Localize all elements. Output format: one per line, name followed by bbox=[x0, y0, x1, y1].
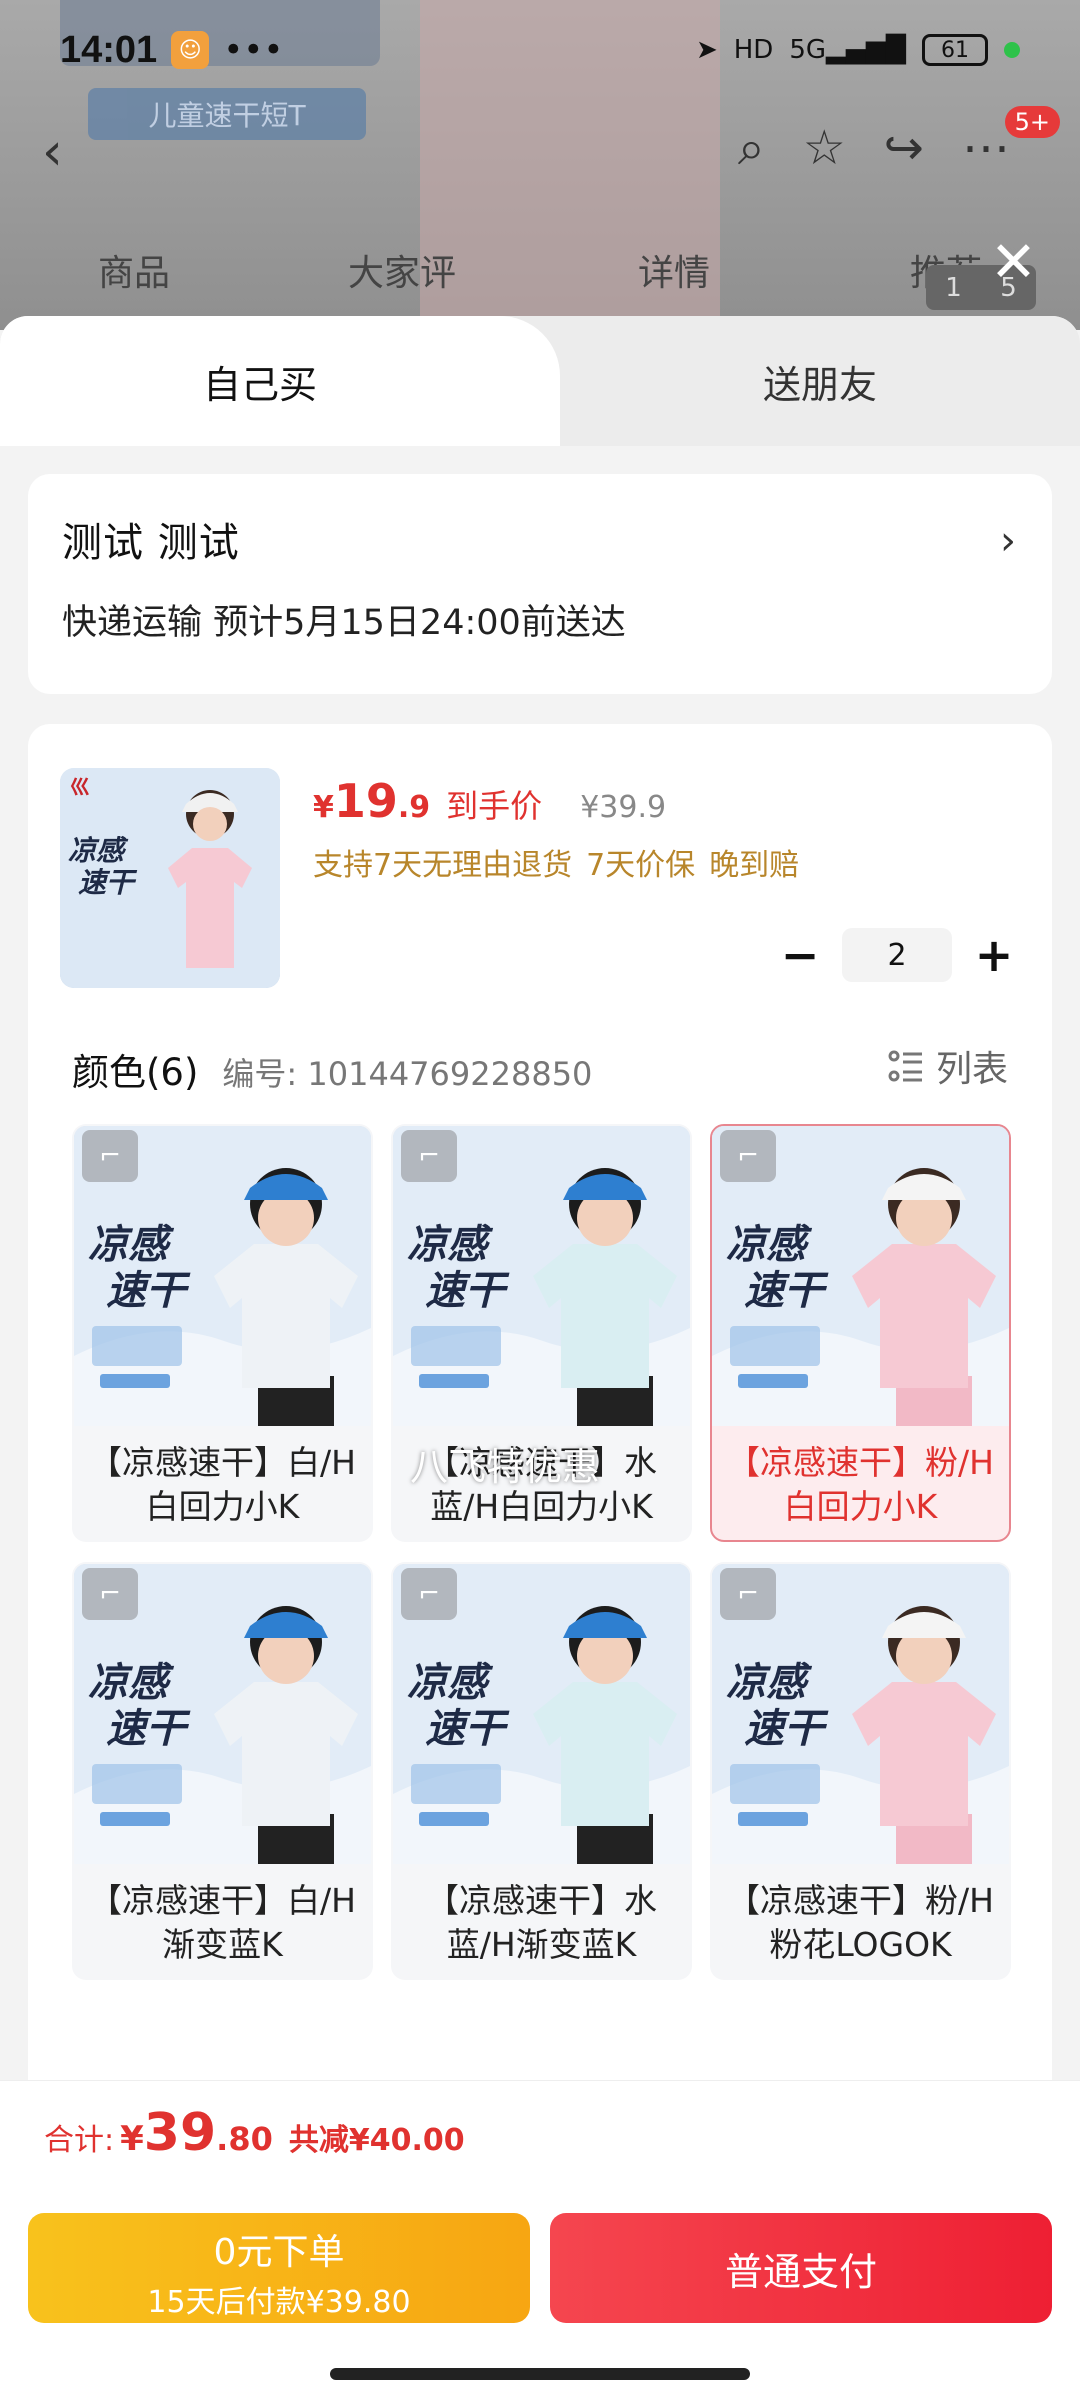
more-notifications-icon: ••• bbox=[223, 30, 284, 70]
overlay-promo-text: 八飞特优惠 bbox=[410, 1445, 601, 1489]
chevron-right-icon: › bbox=[1000, 518, 1016, 564]
increase-button[interactable]: + bbox=[974, 928, 1014, 982]
recipient-name: 测试 测试 bbox=[62, 520, 240, 566]
location-icon: ➤ bbox=[695, 35, 718, 65]
color-option-label: 【凉感速干】水蓝/H渐变蓝K bbox=[426, 1881, 657, 1964]
slogan-text: 凉感 速干 bbox=[88, 1221, 186, 1314]
signal-icon: 5G▂▄▆█ bbox=[789, 35, 906, 65]
girl-model-image: ⌐ 凉感 速干 bbox=[712, 1126, 1009, 1426]
pay-later-button[interactable]: 0元下单 15天后付款¥39.80 bbox=[28, 2213, 530, 2323]
privacy-indicator-icon bbox=[1004, 42, 1020, 58]
svg-text:巛: 巛 bbox=[70, 777, 90, 799]
svg-text:凉感: 凉感 bbox=[68, 834, 129, 867]
girl-tshirt-image: 巛 凉感 速干 bbox=[60, 768, 280, 988]
color-option[interactable]: ⌐ 凉感 速干【凉感速干】粉/H白回力小K bbox=[710, 1124, 1011, 1542]
slogan-text: 凉感 速干 bbox=[88, 1659, 186, 1752]
boy-model-image: ⌐ 凉感 速干 bbox=[393, 1564, 690, 1864]
color-option[interactable]: ⌐ 凉感 速干【凉感速干】白/H白回力小K bbox=[72, 1124, 373, 1542]
tab-reviews[interactable]: 大家评 bbox=[348, 244, 456, 296]
service-perks: 支持7天无理由退货 7天价保 晚到赔 bbox=[313, 848, 800, 883]
status-bar: 14:01 ☺ ••• ➤ HD 5G▂▄▆█ 61 bbox=[0, 0, 1080, 100]
color-options-grid: ⌐ 凉感 速干 【凉感速干】白/H白回力小K ⌐ 凉感 速干 【凉感速干】水蓝/H白回力小K ⌐… bbox=[72, 1124, 1036, 1980]
color-option[interactable]: ⌐ 凉感 速干【凉感速干】白/H渐变蓝K bbox=[72, 1562, 373, 1980]
tab-details[interactable]: 详情 bbox=[638, 244, 710, 296]
boy-model-image: ⌐ 凉感 速干 bbox=[393, 1126, 690, 1426]
color-option-label: 【凉感速干】粉/H粉花LOGOK bbox=[727, 1881, 994, 1964]
boy-model-image: ⌐ 凉感 速干 bbox=[74, 1126, 371, 1426]
brand-logo-icon: ⌐ bbox=[82, 1130, 138, 1182]
checkout-bar: 合计: ¥ 39 .80 共减¥40.00 0元下单 15天后付款¥39.80 … bbox=[0, 2080, 1080, 2400]
slogan-text: 凉感 速干 bbox=[407, 1659, 505, 1752]
background-tabs: 商品 大家评 详情 推荐 bbox=[0, 220, 1080, 320]
color-option[interactable]: ⌐ 凉感 速干【凉感速干】水蓝/H渐变蓝K bbox=[391, 1562, 692, 1980]
color-option[interactable]: ⌐ 凉感 速干【凉感速干】粉/H粉花LOGOK bbox=[710, 1562, 1011, 1980]
close-icon[interactable]: ✕ bbox=[990, 230, 1037, 295]
original-price: ¥39.9 bbox=[580, 790, 667, 825]
tab-gift-friend[interactable]: 送朋友 bbox=[560, 316, 1080, 446]
decrease-button[interactable]: − bbox=[780, 928, 820, 982]
slogan-text: 凉感 速干 bbox=[407, 1221, 505, 1314]
total-saving: 共减¥40.00 bbox=[288, 2123, 465, 2158]
quantity-value[interactable]: 2 bbox=[842, 928, 952, 982]
battery-icon: 61 bbox=[922, 34, 988, 66]
message-count-badge: 5+ bbox=[1004, 106, 1060, 138]
address-card[interactable]: 测试 测试 快递运输 预计5月15日24:00前送达 › bbox=[28, 474, 1052, 694]
tab-goods[interactable]: 商品 bbox=[98, 244, 170, 296]
list-icon bbox=[888, 1050, 922, 1082]
hd-icon: HD bbox=[733, 35, 774, 65]
shipping-estimate: 快递运输 预计5月15日24:00前送达 bbox=[62, 603, 626, 643]
order-total: 合计: ¥ 39 .80 共减¥40.00 bbox=[44, 2103, 465, 2163]
boy-model-image: ⌐ 凉感 速干 bbox=[74, 1564, 371, 1864]
color-option-label: 【凉感速干】白/H白回力小K bbox=[89, 1443, 356, 1526]
share-icon[interactable]: ↪ bbox=[884, 120, 924, 177]
tab-buy-self[interactable]: 自己买 bbox=[0, 316, 560, 446]
back-icon[interactable]: ‹ bbox=[42, 122, 63, 182]
slogan-text: 凉感 速干 bbox=[726, 1659, 824, 1752]
brand-logo-icon: ⌐ bbox=[82, 1568, 138, 1620]
brand-logo-icon: ⌐ bbox=[720, 1130, 776, 1182]
slogan-text: 凉感 速干 bbox=[726, 1221, 824, 1314]
status-time: 14:01 bbox=[60, 28, 158, 71]
quantity-stepper: − 2 + bbox=[780, 928, 1014, 982]
favorite-star-icon[interactable]: ☆ bbox=[803, 120, 846, 177]
app-notification-icon: ☺ bbox=[171, 31, 210, 69]
search-icon[interactable]: ⌕ bbox=[738, 120, 765, 177]
svg-text:速干: 速干 bbox=[78, 866, 138, 899]
color-option-label: 【凉感速干】白/H渐变蓝K bbox=[89, 1881, 356, 1964]
brand-logo-icon: ⌐ bbox=[401, 1568, 457, 1620]
brand-logo-icon: ⌐ bbox=[401, 1130, 457, 1182]
product-thumbnail[interactable]: 巛 凉感 速干 bbox=[60, 768, 280, 988]
color-option-label: 【凉感速干】粉/H白回力小K bbox=[727, 1443, 994, 1526]
more-icon[interactable]: ⋯ bbox=[962, 120, 1010, 177]
home-indicator[interactable] bbox=[330, 2368, 750, 2380]
color-header: 颜色(6) 编号: 10144769228850 bbox=[72, 1042, 592, 1096]
list-view-toggle[interactable]: 列表 bbox=[888, 1040, 1008, 1092]
brand-logo-icon: ⌐ bbox=[720, 1568, 776, 1620]
color-title: 颜色(6) bbox=[72, 1051, 199, 1094]
sku-number: 编号: 10144769228850 bbox=[222, 1055, 593, 1093]
girl-model-image: ⌐ 凉感 速干 bbox=[712, 1564, 1009, 1864]
purchase-mode-tabs: 自己买 送朋友 bbox=[0, 316, 1080, 446]
product-top-nav: ‹ ⌕ ☆ ↪ ⋯ 5+ bbox=[0, 100, 1080, 200]
normal-pay-button[interactable]: 普通支付 bbox=[550, 2213, 1052, 2323]
final-price: 19 bbox=[333, 774, 398, 828]
price-block: ¥ 19 .9 到手价 ¥39.9 bbox=[313, 774, 667, 828]
final-price-label: 到手价 bbox=[446, 787, 543, 825]
